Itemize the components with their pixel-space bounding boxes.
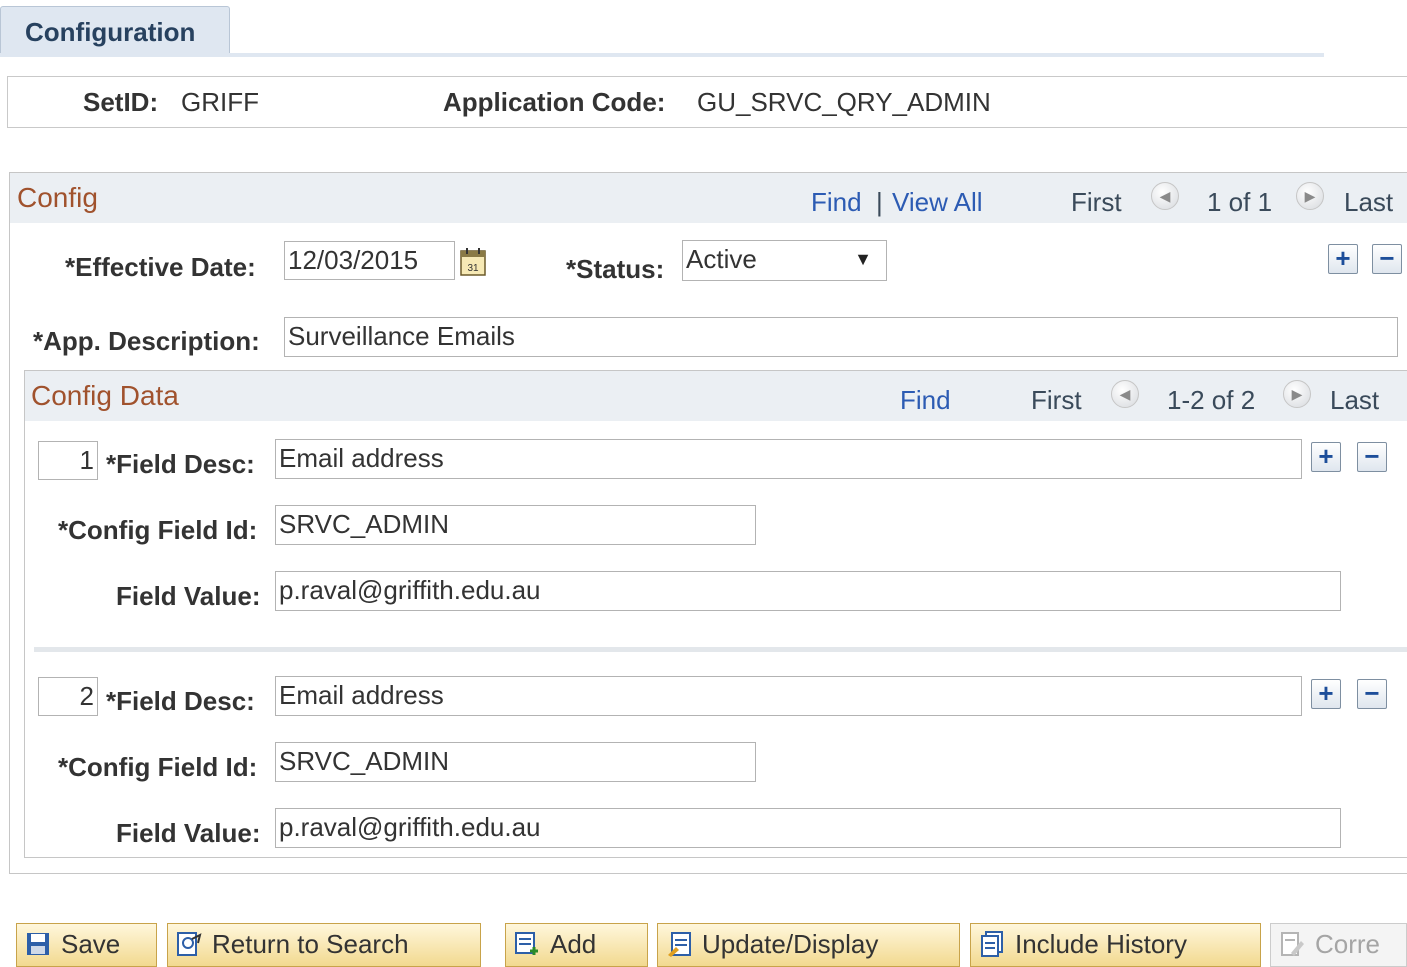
update-display-button[interactable]: Update/Display: [657, 923, 960, 967]
config-field-id-label: *Config Field Id:: [58, 515, 258, 545]
config-last-label: Last: [1344, 187, 1394, 217]
config-group-header: [10, 173, 1407, 223]
tab-underline: [0, 53, 1324, 57]
include-history-button[interactable]: Include History: [970, 923, 1261, 967]
status-selected-value: Active: [686, 244, 757, 274]
calendar-icon[interactable]: 31: [459, 246, 489, 278]
config-data-first-label: First: [1031, 385, 1082, 415]
row-divider: [34, 647, 1407, 652]
setid-label: SetID:: [83, 87, 159, 117]
status-select[interactable]: Active ▼: [682, 240, 887, 281]
field-desc-label: *Field Desc:: [106, 686, 255, 716]
config-add-row-button[interactable]: +: [1328, 244, 1358, 274]
application-code-value: GU_SRVC_QRY_ADMIN: [697, 87, 991, 117]
row-delete-button[interactable]: −: [1357, 679, 1387, 709]
update-display-icon: [666, 931, 692, 957]
effective-date-label: *Effective Date:: [65, 252, 256, 282]
field-value-label: Field Value:: [116, 581, 261, 611]
prev-arrow-icon[interactable]: ◀: [1111, 380, 1139, 408]
row-number: 2: [38, 677, 98, 716]
save-label: Save: [61, 929, 121, 959]
config-data-group-title: Config Data: [31, 380, 179, 411]
row-add-button[interactable]: +: [1311, 679, 1341, 709]
add-label: Add: [550, 929, 597, 959]
field-value-input[interactable]: p.raval@griffith.edu.au: [275, 571, 1341, 611]
setid-value: GRIFF: [181, 87, 259, 117]
config-delete-row-button[interactable]: −: [1372, 244, 1402, 274]
config-view-all-link[interactable]: View All: [892, 187, 983, 218]
config-group-title: Config: [17, 182, 98, 213]
config-row-counter: 1 of 1: [1207, 187, 1273, 217]
config-data-last-label: Last: [1330, 385, 1380, 415]
config-field-id-input[interactable]: SRVC_ADMIN: [275, 505, 756, 545]
field-desc-label: *Field Desc:: [106, 449, 255, 479]
return-to-search-icon: [176, 931, 202, 957]
field-desc-input[interactable]: Email address: [275, 676, 1302, 716]
return-to-search-button[interactable]: Return to Search: [167, 923, 481, 967]
app-description-input[interactable]: Surveillance Emails: [284, 317, 1398, 357]
config-data-find-link[interactable]: Find: [900, 385, 951, 416]
row-delete-button[interactable]: −: [1357, 442, 1387, 472]
row-number: 1: [38, 441, 98, 480]
config-field-id-input[interactable]: SRVC_ADMIN: [275, 742, 756, 782]
correct-history-button[interactable]: Corre: [1270, 923, 1407, 967]
chevron-down-icon: ▼: [854, 249, 872, 269]
config-data-row-counter: 1-2 of 2: [1167, 385, 1256, 415]
add-button[interactable]: Add: [505, 923, 648, 967]
next-arrow-icon[interactable]: ▶: [1296, 182, 1324, 210]
add-icon: [514, 931, 540, 957]
correct-history-label: Corre: [1315, 929, 1381, 959]
include-history-label: Include History: [1015, 929, 1187, 959]
config-field-id-label: *Config Field Id:: [58, 752, 258, 782]
next-arrow-icon[interactable]: ▶: [1283, 380, 1311, 408]
application-code-label: Application Code:: [443, 87, 666, 117]
row-add-button[interactable]: +: [1311, 442, 1341, 472]
config-find-link[interactable]: Find: [811, 187, 862, 218]
link-separator: |: [876, 187, 883, 217]
correct-history-icon: [1279, 931, 1305, 957]
config-first-label: First: [1071, 187, 1122, 217]
field-value-label: Field Value:: [116, 818, 261, 848]
status-label: *Status:: [566, 254, 665, 284]
prev-arrow-icon[interactable]: ◀: [1151, 182, 1179, 210]
update-display-label: Update/Display: [702, 929, 879, 959]
svg-text:31: 31: [467, 263, 479, 274]
field-desc-input[interactable]: Email address: [275, 439, 1302, 479]
include-history-icon: [979, 931, 1005, 957]
tab-configuration[interactable]: Configuration: [0, 6, 230, 54]
return-to-search-label: Return to Search: [212, 929, 409, 959]
save-icon: [25, 931, 51, 957]
field-value-input[interactable]: p.raval@griffith.edu.au: [275, 808, 1341, 848]
save-button[interactable]: Save: [16, 923, 157, 967]
app-description-label: *App. Description:: [33, 326, 260, 356]
effective-date-input[interactable]: 12/03/2015: [284, 241, 455, 280]
